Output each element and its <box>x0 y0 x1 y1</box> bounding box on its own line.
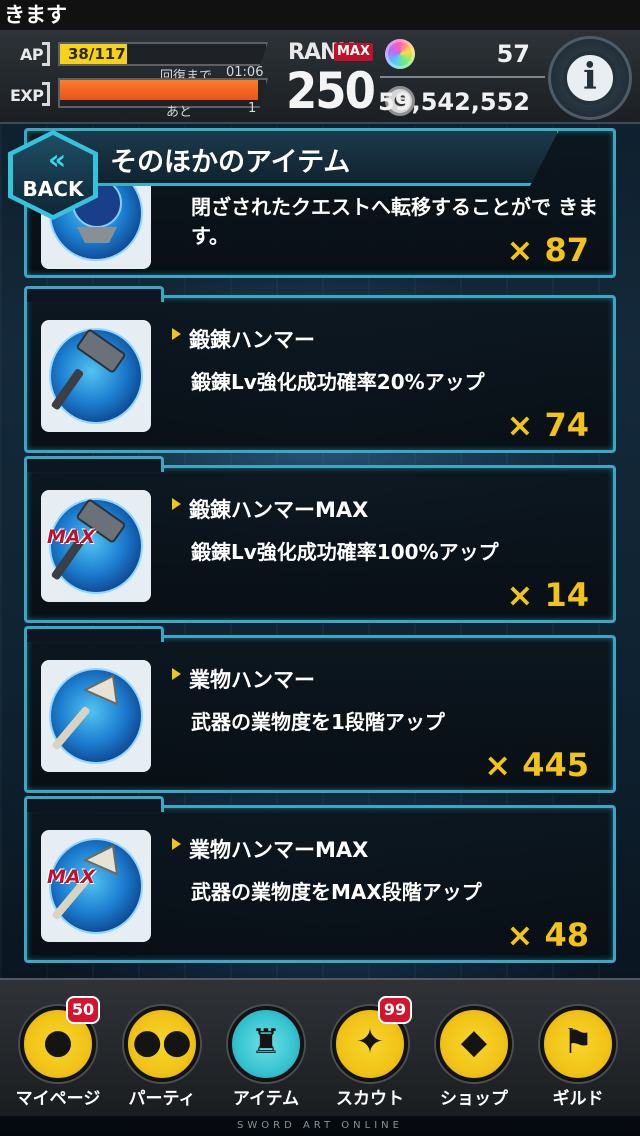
gold-count: 59,542,552 <box>378 88 530 116</box>
nav-label: パーティ <box>128 1089 196 1109</box>
currency-divider <box>380 76 545 78</box>
exp-bar-fill <box>60 80 258 100</box>
item-quantity: × 14 <box>506 576 589 614</box>
party-icon: ●● <box>132 1022 192 1062</box>
memory-diamond-icon <box>385 39 415 69</box>
max-stamp: MAX <box>47 526 96 548</box>
back-label: BACK <box>22 177 84 201</box>
nav-button-disc[interactable]: ⚑ <box>540 1006 616 1082</box>
item-quantity: × 74 <box>506 406 589 444</box>
item-name: 業物ハンマー <box>189 668 315 692</box>
card-tab <box>24 456 164 472</box>
info-icon: i <box>563 51 617 105</box>
nav-item[interactable]: ◆ ショップ <box>424 980 524 1118</box>
item-graphic <box>52 674 119 750</box>
ap-bar: 38/117 <box>58 42 268 66</box>
item-card[interactable]: 業物ハンマー武器の業物度を1段階アップ × 445 <box>24 626 616 793</box>
bottom-nav: ● マイページ 50 ●● パーティ ♜ アイテム ✦ スカウト 99 ◆ ショップ ⚑ ギルド <box>0 978 640 1116</box>
item-quantity: × 87 <box>506 231 589 269</box>
exp-bar <box>58 78 268 108</box>
item-name: 鍛錬ハンマーMAX <box>189 498 369 522</box>
castle-icon: ♜ <box>250 1022 282 1062</box>
item-description: 武器の業物度を1段階アップ <box>191 710 445 734</box>
gem-count: 57 <box>496 40 530 68</box>
player-header: AP 38/117 回復まで 01:06 EXP あと 1 RANK MAX 2… <box>0 30 640 124</box>
nav-button-disc[interactable]: ●● <box>124 1006 200 1082</box>
rank-max-badge: MAX <box>334 43 374 61</box>
page-title: そのほかのアイテム <box>110 147 351 178</box>
scout-icon: ✦ <box>355 1022 385 1062</box>
nav-item[interactable]: ✦ スカウト 99 <box>320 980 420 1118</box>
guild-banner-icon: ⚑ <box>562 1022 594 1062</box>
exp-label: EXP <box>10 86 44 105</box>
notification-badge: 99 <box>378 996 412 1024</box>
ap-label: AP <box>20 45 44 64</box>
item-graphic <box>51 329 126 410</box>
item-description: 鍛錬Lv強化成功確率100%アップ <box>191 540 499 564</box>
item-description: 武器の業物度をMAX段階アップ <box>191 880 482 904</box>
nav-item[interactable]: ●● パーティ <box>112 980 212 1118</box>
hammer-icon <box>41 320 151 432</box>
hammer-icon: MAX <box>41 490 151 602</box>
double-chevron-left-icon: « <box>47 143 66 176</box>
nav-button-disc[interactable]: ♜ <box>228 1006 304 1082</box>
item-card[interactable]: 鍛錬ハンマー鍛錬Lv強化成功確率20%アップ × 74 <box>24 286 616 453</box>
item-description: 鍛錬Lv強化成功確率20%アップ <box>191 370 485 394</box>
recover-time: 01:06 <box>226 65 264 80</box>
nav-item[interactable]: ⚑ ギルド <box>528 980 628 1118</box>
info-button[interactable]: i <box>548 36 632 120</box>
triangle-right-icon <box>172 498 181 510</box>
exp-bracket <box>42 82 50 106</box>
card-tab <box>24 796 164 812</box>
max-stamp: MAX <box>47 866 96 888</box>
nav-label: ギルド <box>552 1089 604 1109</box>
nav-item[interactable]: ♜ アイテム <box>216 980 316 1118</box>
notification-badge: 50 <box>66 996 100 1024</box>
axe-hammer-icon: MAX <box>41 830 151 942</box>
rank-value: 250 <box>286 62 376 120</box>
footer-brand: SWORD ART ONLINE <box>237 1120 403 1131</box>
nav-label: マイページ <box>15 1089 101 1109</box>
status-strip: きます <box>0 0 640 30</box>
axe-hammer-icon <box>41 660 151 772</box>
triangle-right-icon <box>172 668 181 680</box>
exp-remaining-label: あと <box>166 105 193 120</box>
card-tab <box>24 626 164 642</box>
nav-label: アイテム <box>232 1089 300 1109</box>
item-quantity: × 48 <box>506 916 589 954</box>
item-name: 鍛錬ハンマー <box>189 328 315 352</box>
triangle-right-icon <box>172 328 181 340</box>
ap-bracket <box>42 42 50 66</box>
item-quantity: × 445 <box>484 746 589 784</box>
person-icon: ● <box>43 1022 73 1062</box>
ap-value: 38/117 <box>68 45 126 63</box>
item-card[interactable]: MAX 業物ハンマーMAX 武器の業物度をMAX段階アップ × 48 <box>24 796 616 963</box>
nav-label: スカウト <box>336 1089 404 1109</box>
triangle-right-icon <box>172 838 181 850</box>
back-button-face: « BACK <box>13 135 93 215</box>
gem-shop-icon: ◆ <box>460 1022 488 1062</box>
nav-button-disc[interactable]: ◆ <box>436 1006 512 1082</box>
nav-item[interactable]: ● マイページ 50 <box>8 980 108 1118</box>
card-tab <box>24 286 164 302</box>
exp-remaining-value: 1 <box>248 101 257 116</box>
nav-label: ショップ <box>440 1089 508 1109</box>
item-card[interactable]: MAX 鍛錬ハンマーMAX 鍛錬Lv強化成功確率100%アップ × 14 <box>24 456 616 623</box>
status-strip-text: きます <box>4 3 67 27</box>
item-name: 業物ハンマーMAX <box>189 838 369 862</box>
